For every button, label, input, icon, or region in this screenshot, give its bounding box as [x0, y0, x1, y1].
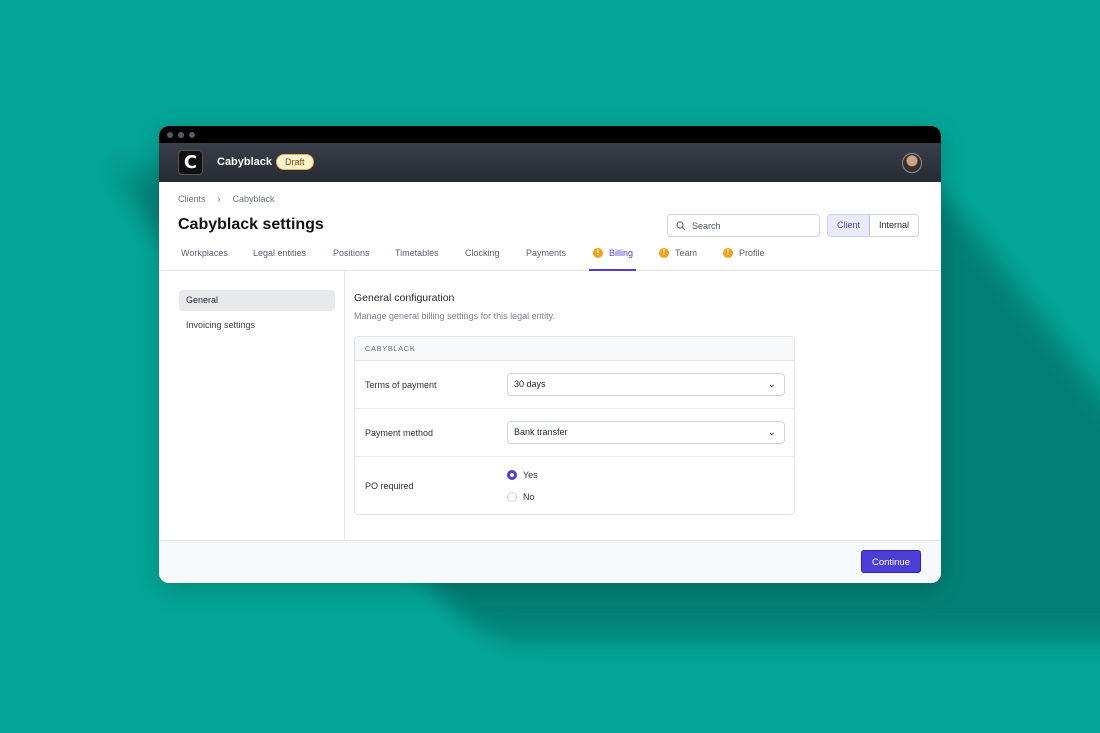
section-title: General configuration	[354, 292, 455, 304]
warning-icon: !	[593, 248, 603, 258]
toggle-client[interactable]: Client	[828, 215, 871, 236]
settings-tabs: Workplaces Legal entities Positions Time…	[159, 240, 941, 271]
footer-bar: Continue	[159, 540, 941, 583]
tab-label: Payments	[526, 248, 567, 258]
continue-button[interactable]: Continue	[860, 550, 921, 573]
window-dot-icon[interactable]	[189, 132, 195, 138]
method-row: Payment method Bank transfer ⌄	[355, 409, 794, 457]
search-icon	[676, 220, 686, 230]
radio-label: No	[523, 492, 535, 502]
tab-team[interactable]: ! Team	[659, 248, 697, 258]
tab-label: Positions	[333, 248, 370, 258]
app-name: Cabyblack	[217, 156, 273, 168]
radio-unselected-icon[interactable]	[507, 492, 517, 502]
billing-config-card: CABYBLACK Terms of payment 30 days ⌄ Pay…	[354, 336, 795, 515]
tab-legal-entities[interactable]: Legal entities	[253, 248, 306, 258]
tab-label: Profile	[739, 248, 765, 258]
method-label: Payment method	[365, 428, 434, 438]
payment-method-select[interactable]: Bank transfer ⌄	[507, 421, 785, 444]
tab-clocking[interactable]: Clocking	[465, 248, 500, 258]
po-option-no[interactable]: No	[507, 492, 535, 502]
terms-row: Terms of payment 30 days ⌄	[355, 361, 794, 409]
tab-label: Billing	[609, 248, 634, 258]
terms-of-payment-select[interactable]: 30 days ⌄	[507, 373, 785, 396]
tab-profile[interactable]: ! Profile	[723, 248, 765, 258]
section-description: Manage general billing settings for this…	[354, 311, 555, 321]
app-window: C Cabyblack Draft Clients › Cabyblack Ca…	[159, 126, 941, 583]
tab-workplaces[interactable]: Workplaces	[181, 248, 228, 258]
terms-label: Terms of payment	[365, 380, 437, 390]
tab-billing[interactable]: ! Billing	[593, 248, 633, 258]
tab-label: Workplaces	[181, 248, 228, 258]
active-tab-indicator	[589, 269, 636, 271]
tab-label: Timetables	[395, 248, 439, 258]
toggle-internal[interactable]: Internal	[870, 215, 918, 236]
window-dot-icon[interactable]	[178, 132, 184, 138]
tab-label: Legal entities	[253, 248, 307, 258]
po-option-yes[interactable]: Yes	[507, 470, 538, 480]
breadcrumb-clients[interactable]: Clients	[178, 194, 206, 204]
search-input[interactable]: Search	[667, 214, 820, 237]
view-toggle: Client Internal	[827, 214, 920, 237]
card-header: CABYBLACK	[355, 337, 794, 361]
breadcrumb: Clients › Cabyblack	[178, 194, 275, 204]
sidebar-item-general[interactable]: General	[179, 290, 335, 311]
tab-positions[interactable]: Positions	[333, 248, 370, 258]
sidebar-item-invoicing-settings[interactable]: Invoicing settings	[179, 315, 335, 336]
radio-selected-icon[interactable]	[507, 470, 517, 480]
tab-label: Team	[675, 248, 698, 258]
po-label: PO required	[365, 481, 414, 491]
breadcrumb-current: Cabyblack	[232, 194, 275, 204]
method-value: Bank transfer	[514, 427, 568, 437]
user-avatar[interactable]	[902, 153, 922, 173]
warning-icon: !	[659, 248, 669, 258]
settings-sidebar: General Invoicing settings	[159, 271, 345, 542]
terms-value: 30 days	[514, 379, 546, 389]
po-row: PO required Yes No	[355, 457, 794, 514]
page-title: Cabyblack settings	[178, 216, 324, 233]
tab-label: Clocking	[465, 248, 500, 258]
window-dot-icon[interactable]	[167, 132, 173, 138]
chevron-down-icon: ⌄	[767, 379, 776, 390]
chevron-right-icon: ›	[217, 194, 221, 204]
tab-payments[interactable]: Payments	[526, 248, 566, 258]
app-logo-icon[interactable]: C	[178, 150, 203, 175]
radio-label: Yes	[523, 470, 538, 480]
chevron-down-icon: ⌄	[767, 427, 776, 438]
window-titlebar	[159, 126, 941, 143]
tab-timetables[interactable]: Timetables	[395, 248, 439, 258]
warning-icon: !	[723, 248, 733, 258]
app-header: C Cabyblack Draft	[159, 143, 941, 182]
search-placeholder: Search	[692, 220, 721, 231]
status-badge: Draft	[276, 154, 314, 170]
